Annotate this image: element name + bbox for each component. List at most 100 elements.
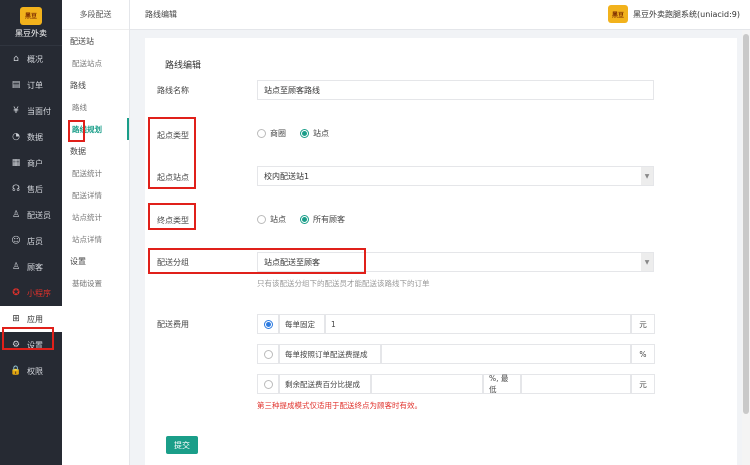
nav-label: 商户 [27,158,43,168]
sub-nav-item[interactable]: 配送统计 [62,162,129,184]
chevron-down-icon: ▼ [641,253,653,271]
store-icon: ▦ [11,158,21,168]
nav-label: 小程序 [27,288,51,298]
end-type-option-all-customers[interactable]: 所有顾客 [300,214,345,225]
highlight-box [148,203,196,230]
nav-label: 应用 [27,314,43,324]
radio-icon [263,349,273,359]
nav-item-12[interactable]: 🔒 权限 [0,358,62,384]
nav-label: 店员 [27,236,43,246]
page-title: 路线编辑 [145,10,177,19]
fee-fixed-input[interactable]: 1 [325,314,631,334]
account-avatar: 黑豆 [608,5,628,23]
route-name-input[interactable]: 站点至顾客路线 [257,80,654,100]
brand[interactable]: 黑豆 黑豆外卖 [0,0,62,46]
headset-icon: ☊ [12,184,20,194]
brand-name: 黑豆外卖 [15,28,47,38]
sub-nav-item[interactable]: 配送详情 [62,184,129,206]
fee-row-remaining: 剩余配送费百分比提成 %, 最低 元 [257,374,655,394]
route-name-label: 路线名称 [157,86,189,95]
end-type-radios: 站点 所有顾客 [257,214,359,225]
radio-icon [263,379,273,389]
lock-icon: 🔒 [10,366,22,376]
sub-group-label: 配送站 [70,36,94,46]
fee-percent-radio[interactable] [257,344,279,364]
nav-label: 售后 [27,184,43,194]
home-icon: ⌂ [13,54,19,64]
end-type-option-station[interactable]: 站点 [257,214,286,225]
chevron-down-icon: ▼ [641,167,653,185]
sub-nav-item[interactable]: 站点统计 [62,206,129,228]
nav-label: 配送员 [27,210,51,220]
nav-item-7[interactable]: ☺ 店员 [0,228,62,254]
scrollbar[interactable] [742,30,750,465]
highlight-box [2,327,54,350]
nav-item-2[interactable]: ¥ 当面付 [0,98,62,124]
rider-icon: ♙ [11,210,21,220]
sub-group-label: 数据 [70,146,86,156]
fee-percent-name: 每单按照订单配送费提成 [279,344,381,364]
scrollbar-thumb[interactable] [743,34,749,414]
start-type-option-station[interactable]: 站点 [300,128,329,139]
fee-warning: 第三种提成模式仅适用于配送终点为顾客时有效。 [257,401,422,410]
fee-min-input[interactable] [521,374,631,394]
radio-icon [257,215,266,224]
clerk-icon: ☺ [11,236,21,246]
highlight-box [148,117,196,189]
sub-group-label: 设置 [70,256,86,266]
coin-icon: ¥ [13,106,19,116]
top-bar: 路线编辑 黑豆 黑豆外卖跑腿系统(uniacid:9) [130,0,750,30]
fee-remaining-input[interactable] [371,374,483,394]
nav-label: 当面付 [27,106,51,116]
start-type-radios: 商圈 站点 [257,128,343,139]
customer-icon: ♙ [11,262,21,272]
fee-remaining-name: 剩余配送费百分比提成 [279,374,371,394]
nav-label: 数据 [27,132,43,142]
radio-checked-icon [263,319,273,329]
fee-remaining-radio[interactable] [257,374,279,394]
highlight-box [68,120,85,142]
start-type-option-business[interactable]: 商圈 [257,128,286,139]
nav-label: 概况 [27,54,43,64]
nav-label: 订单 [27,80,43,90]
radio-checked-icon [300,129,309,138]
sub-group-label: 路线 [70,80,86,90]
account-menu[interactable]: 黑豆 黑豆外卖跑腿系统(uniacid:9) [608,5,740,23]
fee-fixed-unit: 元 [631,314,655,334]
list-icon: ▤ [11,80,21,90]
nav-item-3[interactable]: ◔ 数据 [0,124,62,150]
group-help-text: 只有该配送分组下的配送员才能配送该路线下的订单 [257,279,430,288]
fee-row-percent: 每单按照订单配送费提成 % [257,344,655,364]
start-station-select[interactable]: 校内配送站1 ▼ [257,166,654,186]
fee-fixed-name: 每单固定 [279,314,325,334]
fee-percent-input[interactable] [381,344,631,364]
account-name: 黑豆外卖跑腿系统(uniacid:9) [633,9,740,19]
chart-icon: ◔ [12,132,20,142]
nav-item-9[interactable]: ✪ 小程序 [0,280,62,306]
nav-item-6[interactable]: ♙ 配送员 [0,202,62,228]
nav-label: 权限 [27,366,43,376]
nav-item-4[interactable]: ▦ 商户 [0,150,62,176]
nav-item-1[interactable]: ▤ 订单 [0,72,62,98]
sub-nav-item[interactable]: 站点详情 [62,228,129,250]
nav-item-0[interactable]: ⌂ 概况 [0,46,62,72]
fee-row-fixed: 每单固定 1 元 [257,314,655,334]
sub-nav-item[interactable]: 路线 [62,96,129,118]
sub-nav-item[interactable]: 配送站点 [62,52,129,74]
fee-fixed-radio[interactable] [257,314,279,334]
section-title: 路线编辑 [165,61,202,71]
nav-label: 顾客 [27,262,43,272]
fee-remaining-unit: 元 [631,374,655,394]
nav-item-8[interactable]: ♙ 顾客 [0,254,62,280]
radio-checked-icon [300,215,309,224]
main-sidebar: 黑豆 黑豆外卖 ⌂ 概况 ▤ 订单 ¥ 当面付 ◔ 数据 ▦ 商户 ☊ 售后 ♙ 配送员 ☺ 店员 ♙ 顾客 ✪ 小程… [0,0,62,465]
fee-remaining-mid: %, 最低 [483,374,521,394]
sub-sidebar-title: 多段配送 [62,0,129,30]
sub-nav-item[interactable]: 基础设置 [62,272,129,294]
radio-icon [257,129,266,138]
highlight-box [148,248,366,274]
sub-sidebar: 多段配送 配送站 配送站点 路线 路线 路线规划 数据 配送统计 配送详情 站点统计 站点详情 设置… [62,0,130,465]
brand-logo: 黑豆 [20,6,42,25]
submit-button[interactable]: 提交 [166,436,198,454]
nav-item-5[interactable]: ☊ 售后 [0,176,62,202]
